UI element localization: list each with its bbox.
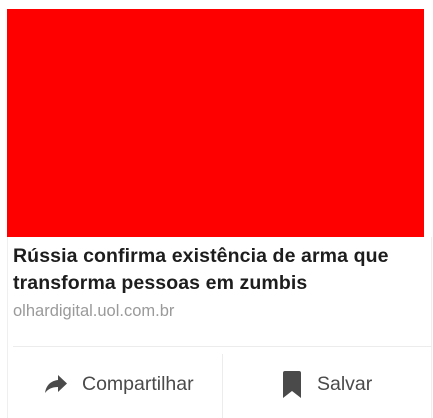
action-separator <box>222 354 223 418</box>
share-arrow-icon <box>44 374 68 394</box>
article-headline[interactable]: Rússia confirma existência de arma que t… <box>13 243 423 297</box>
link-preview-card: Rússia confirma existência de arma que t… <box>0 0 433 418</box>
share-label: Compartilhar <box>82 372 194 395</box>
article-domain: olhardigital.uol.com.br <box>13 302 175 320</box>
save-button[interactable]: Salvar <box>282 364 372 404</box>
action-divider <box>13 346 432 347</box>
article-thumbnail[interactable] <box>7 9 424 237</box>
bookmark-icon <box>282 370 302 398</box>
share-button[interactable]: Compartilhar <box>44 364 194 404</box>
save-label: Salvar <box>317 372 373 395</box>
